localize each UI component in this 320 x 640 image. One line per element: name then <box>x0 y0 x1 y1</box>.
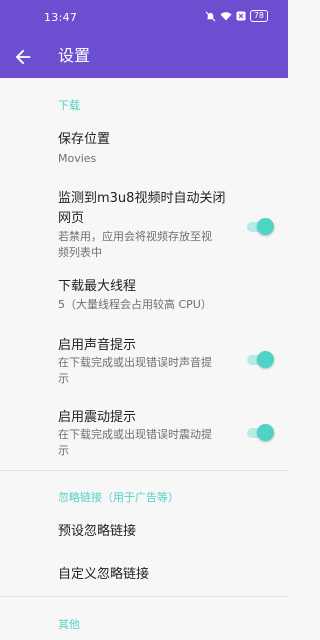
vibration-alert-toggle[interactable] <box>245 424 274 442</box>
setting-subtitle: 5（大量线程会占用较高 CPU） <box>58 298 212 311</box>
mute-bell-icon <box>205 11 216 21</box>
setting-sound-alert[interactable]: 启用声音提示 在下载完成或出现错误时声音提 示 <box>0 334 288 394</box>
setting-title: 下载最大线程 <box>58 279 137 294</box>
setting-auto-close-webpage[interactable]: 监测到m3u8视频时自动关闭 网页 若禁用，应用会将视频存放至视 频列表中 <box>0 184 288 266</box>
wifi-icon <box>220 11 232 20</box>
section-divider <box>0 470 288 471</box>
setting-custom-ignore-links[interactable]: 自定义忽略链接 <box>0 558 288 598</box>
setting-subtitle: Movies <box>58 152 97 165</box>
section-header-ignore-links: 忽略链接（用于广告等） <box>58 491 179 504</box>
setting-subtitle-line2: 示 <box>58 372 69 385</box>
setting-vibration-alert[interactable]: 启用震动提示 在下载完成或出现错误时震动提 示 <box>0 406 288 466</box>
setting-subtitle-line1: 在下载完成或出现错误时震动提 <box>58 428 212 441</box>
page-title: 设置 <box>58 46 91 65</box>
setting-subtitle-line1: 若禁用，应用会将视频存放至视 <box>58 230 212 243</box>
setting-title: 预设忽略链接 <box>58 524 137 539</box>
setting-title: 自定义忽略链接 <box>58 567 150 582</box>
toggle-thumb <box>257 218 274 235</box>
sim-icon <box>236 11 246 21</box>
battery-icon: 78 <box>249 10 268 22</box>
setting-title: 保存位置 <box>58 132 111 147</box>
setting-title: 启用声音提示 <box>58 338 137 353</box>
status-bar: 13:47 78 <box>0 0 288 34</box>
status-icons: 78 <box>205 10 268 22</box>
setting-subtitle-line1: 在下载完成或出现错误时声音提 <box>58 356 212 369</box>
app-bar: 设置 <box>0 34 288 78</box>
setting-save-location[interactable]: 保存位置 Movies <box>0 122 288 176</box>
auto-close-toggle[interactable] <box>245 218 274 236</box>
setting-title: 启用震动提示 <box>58 410 137 425</box>
settings-list[interactable]: 下载 保存位置 Movies 监测到m3u8视频时自动关闭 网页 若禁用，应用会… <box>0 78 288 640</box>
sound-alert-toggle[interactable] <box>245 351 274 369</box>
setting-subtitle-line2: 频列表中 <box>58 246 102 259</box>
setting-title-line1: 监测到m3u8视频时自动关闭 <box>58 191 226 206</box>
section-header-other: 其他 <box>58 618 80 631</box>
setting-title-line2: 网页 <box>58 211 85 226</box>
toggle-thumb <box>257 351 274 368</box>
status-time: 13:47 <box>44 11 78 24</box>
back-arrow-icon[interactable] <box>12 46 34 68</box>
toggle-thumb <box>257 424 274 441</box>
section-divider <box>0 596 288 597</box>
setting-subtitle-line2: 示 <box>58 444 69 457</box>
section-header-download: 下载 <box>58 99 80 112</box>
setting-preset-ignore-links[interactable]: 预设忽略链接 <box>0 514 288 554</box>
setting-max-threads[interactable]: 下载最大线程 5（大量线程会占用较高 CPU） <box>0 272 288 322</box>
